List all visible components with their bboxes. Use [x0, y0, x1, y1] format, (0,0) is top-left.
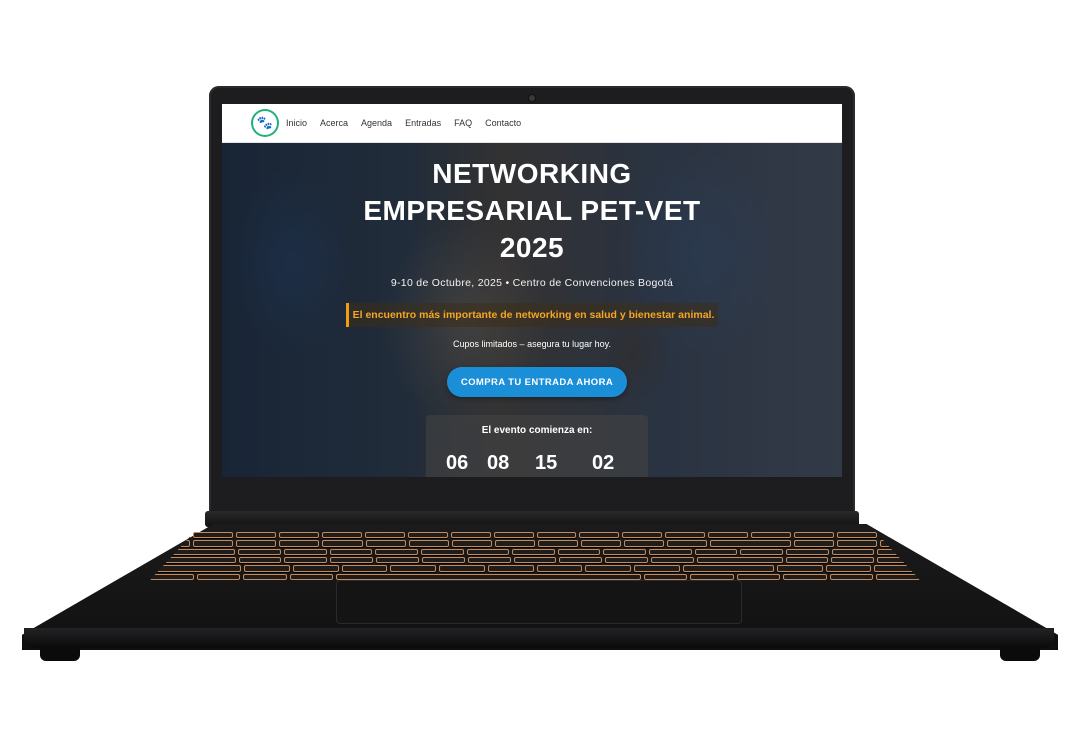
countdown-seconds: 02 [592, 452, 615, 474]
countdown-box: El evento comienza en: 06 08 15 02 [426, 415, 648, 477]
laptop-front-edge [24, 628, 1054, 648]
paw-icon[interactable]: 🐾 [253, 111, 277, 135]
laptop-foot-left [40, 645, 80, 661]
hero-subtitle: 9-10 de Octubre, 2025 • Centro de Conven… [390, 277, 674, 289]
laptop-screen: 🐾 Inicio Acerca Agenda Entradas FAQ Cont… [222, 104, 842, 477]
countdown-days: 06 [446, 452, 469, 474]
keyboard-row [150, 556, 920, 564]
keyboard-row [150, 548, 920, 555]
highlight-banner: El encuentro más importante de networkin… [346, 303, 718, 327]
keyboard-row [150, 532, 920, 539]
limited-spots-text: Cupos limitados – asegura tu lugar hoy. [453, 339, 611, 349]
nav-link-entradas[interactable]: Entradas [405, 118, 441, 128]
nav-link-acerca[interactable]: Acerca [320, 118, 348, 128]
laptop-foot-right [1000, 645, 1040, 661]
countdown-hours: 08 [487, 452, 510, 474]
nav-link-agenda[interactable]: Agenda [361, 118, 392, 128]
nav-link-contacto[interactable]: Contacto [485, 118, 521, 128]
nav-links: Inicio Acerca Agenda Entradas FAQ Contac… [286, 118, 521, 128]
touchpad [336, 580, 742, 624]
hero-title: NETWORKING EMPRESARIAL PET-VET 2025 [363, 158, 701, 263]
navbar: 🐾 Inicio Acerca Agenda Entradas FAQ Cont… [222, 104, 842, 143]
countdown-minutes: 15 [535, 452, 558, 474]
keyboard-row [150, 565, 920, 572]
nav-link-inicio[interactable]: Inicio [286, 118, 307, 128]
nav-link-faq[interactable]: FAQ [454, 118, 472, 128]
countdown-label: El evento comienza en: [481, 425, 593, 436]
buy-ticket-button[interactable]: COMPRA TU ENTRADA AHORA [447, 367, 627, 397]
hero-section: NETWORKING EMPRESARIAL PET-VET 2025 9-10… [222, 143, 842, 477]
keyboard [150, 530, 920, 580]
webcam [529, 95, 535, 101]
keyboard-row [150, 540, 920, 547]
